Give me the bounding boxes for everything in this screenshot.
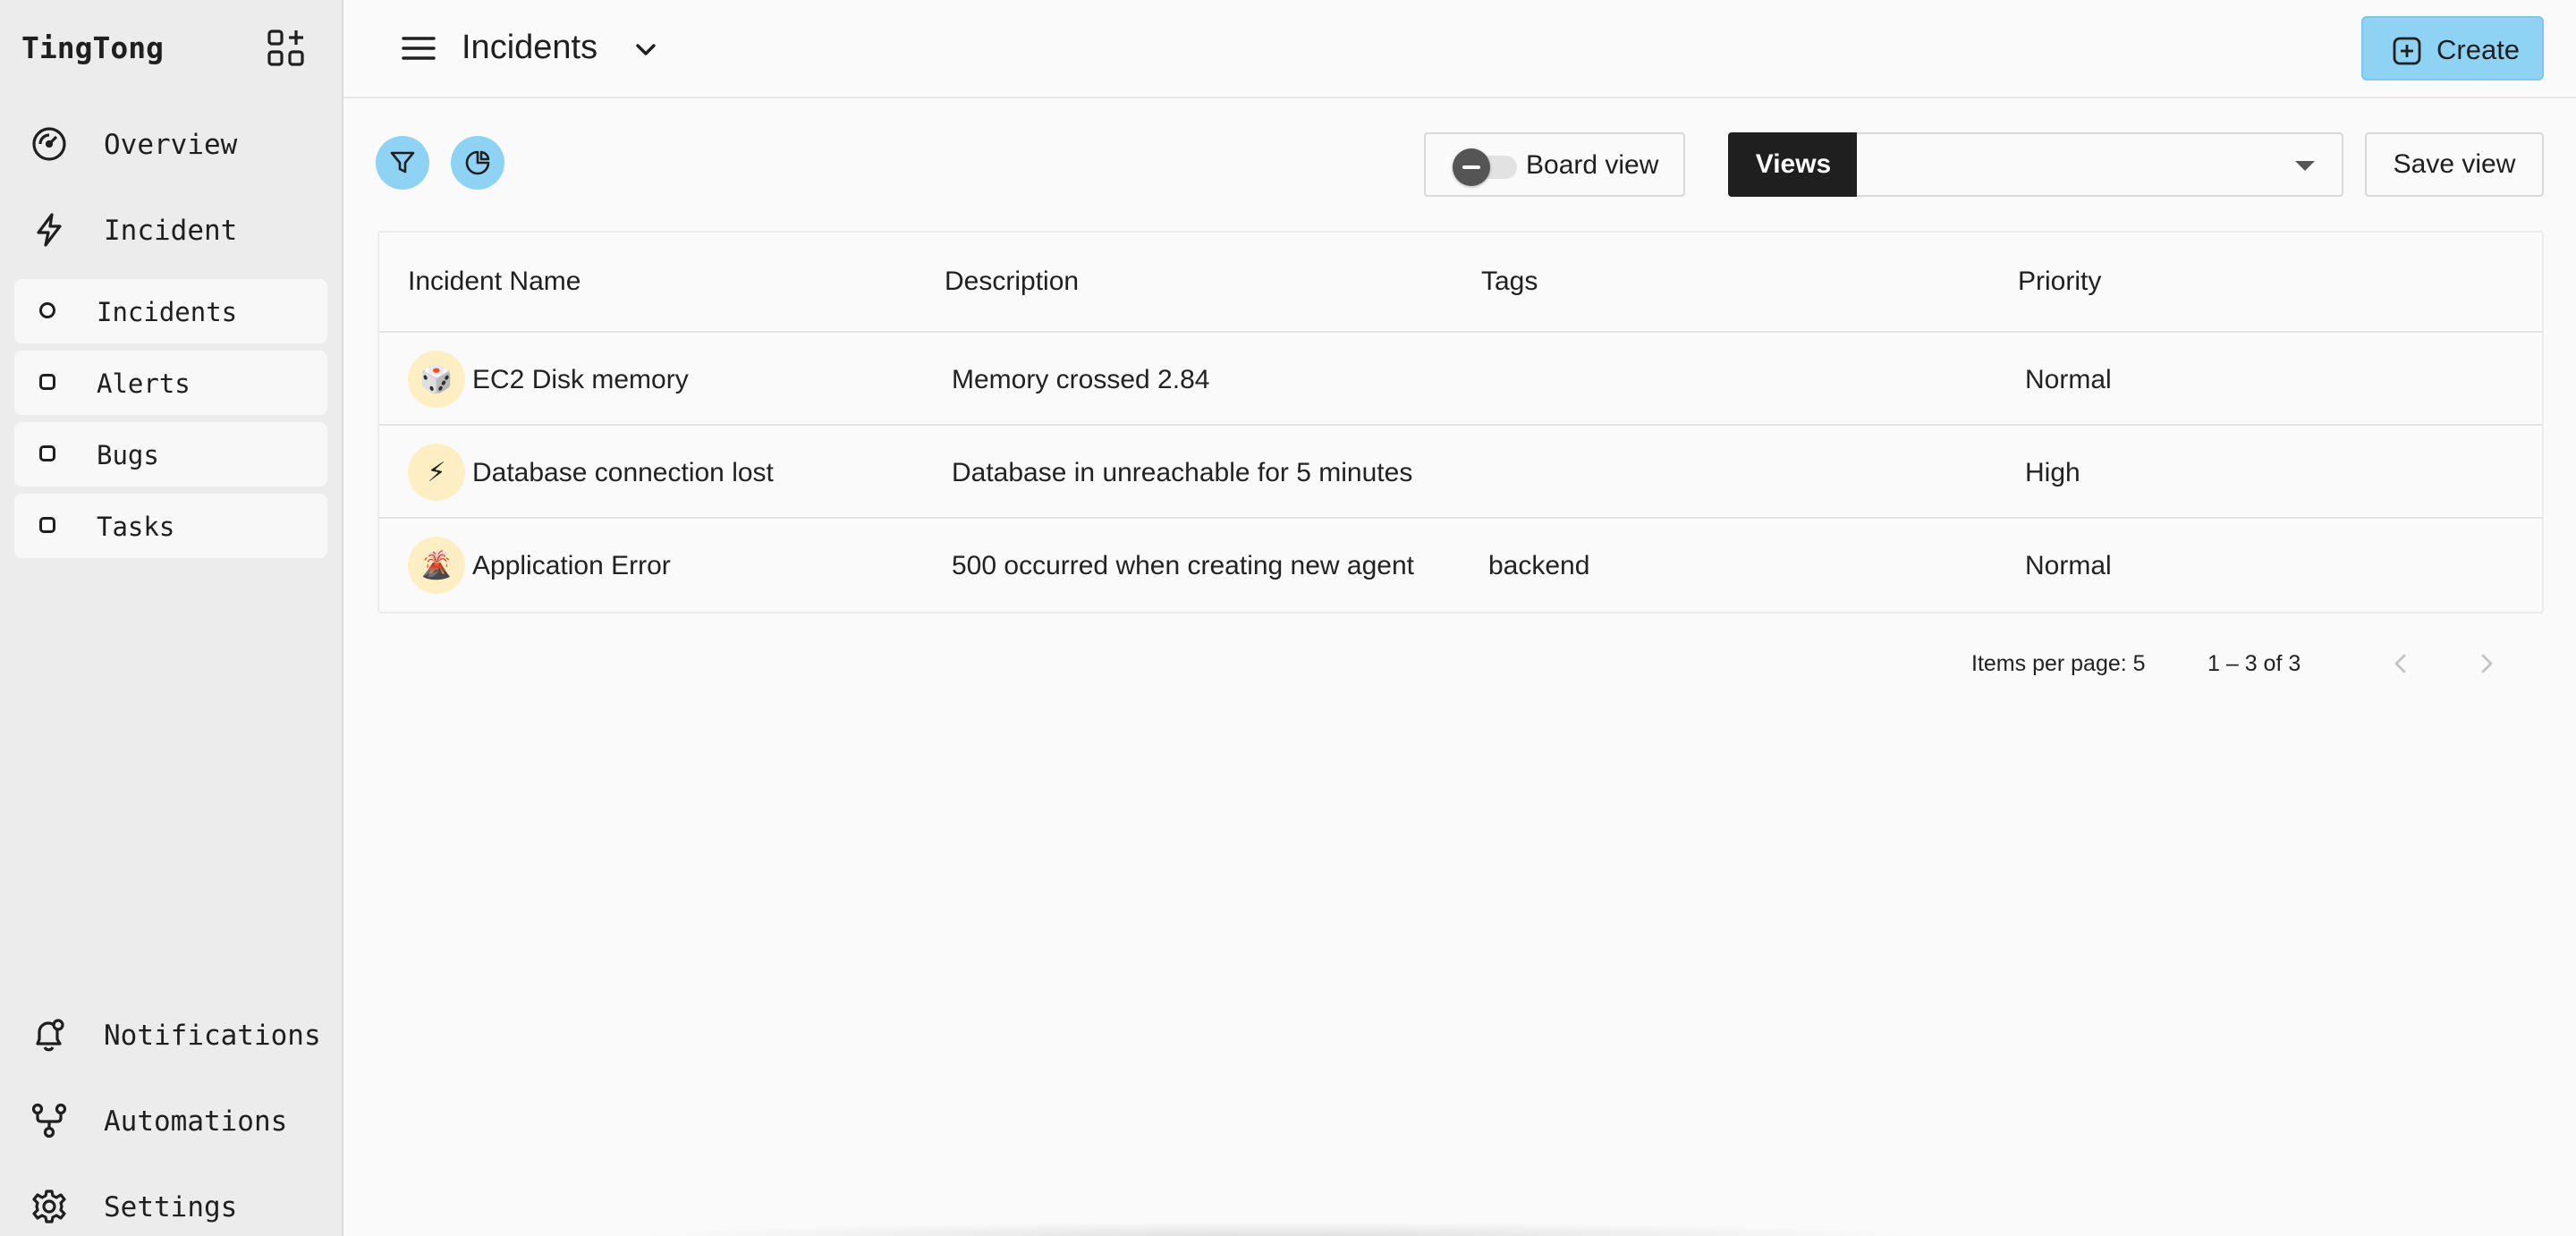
add-app-icon[interactable]	[265, 27, 308, 70]
sidebar-item-bugs[interactable]: Bugs	[14, 422, 327, 487]
column-header[interactable]: Incident Name	[408, 267, 580, 297]
square-dot-icon	[39, 517, 55, 533]
sidebar-item-overview[interactable]: Overview	[0, 107, 343, 179]
sidebar-item-settings[interactable]: Settings	[0, 1170, 343, 1236]
incident-name: EC2 Disk memory	[472, 365, 689, 394]
incidents-table: Incident Name Description Tags Priority …	[377, 231, 2544, 614]
incident-tags: backend	[1488, 551, 1590, 580]
sidebar-item-alerts[interactable]: Alerts	[14, 351, 327, 415]
sidebar-item-incident[interactable]: Incident	[0, 193, 343, 265]
page-title: Incidents	[462, 29, 598, 66]
sidebar-item-automations[interactable]: Automations	[0, 1084, 343, 1156]
board-view-toggle[interactable]: Board view	[1424, 132, 1685, 197]
menu-icon[interactable]	[401, 32, 436, 64]
workflow-icon	[30, 1102, 68, 1139]
sidebar-item-notifications[interactable]: Notifications	[0, 998, 343, 1070]
incident-description: Database in unreachable for 5 minutes	[952, 458, 1413, 487]
square-dot-icon	[39, 445, 55, 461]
sidebar-item-label: Alerts	[97, 368, 191, 399]
incident-priority: Normal	[2025, 551, 2112, 580]
caret-down-icon	[2295, 161, 2315, 171]
incident-priority: High	[2025, 458, 2080, 487]
pie-chart-icon	[465, 150, 490, 175]
top-header: Incidents Create	[343, 0, 2576, 98]
sidebar-item-incidents[interactable]: Incidents	[14, 279, 327, 343]
gear-icon	[30, 1188, 68, 1225]
board-view-label: Board view	[1526, 150, 1659, 180]
incident-name: Application Error	[472, 551, 671, 580]
sidebar-item-label: Tasks	[97, 512, 175, 542]
create-label: Create	[2436, 34, 2521, 65]
bell-icon	[30, 1016, 68, 1054]
previous-page-icon[interactable]	[2385, 648, 2417, 680]
items-per-page[interactable]: Items per page: 5	[1971, 651, 2146, 677]
table-row[interactable]: ⚡ Database connection lost Database in u…	[379, 426, 2542, 519]
brand-name: TingTong	[21, 30, 164, 65]
plus-square-icon	[2392, 36, 2422, 66]
views-select[interactable]	[1857, 132, 2343, 197]
chevron-down-icon[interactable]	[630, 34, 662, 66]
sidebar-item-label: Overview	[104, 129, 238, 161]
incident-emoji-avatar: 🎲	[408, 351, 465, 408]
create-button[interactable]: Create	[2361, 16, 2544, 80]
sidebar-item-label: Notifications	[104, 1020, 321, 1052]
pagination-range: 1 – 3 of 3	[2207, 651, 2301, 676]
table-header: Incident Name Description Tags Priority	[379, 233, 2542, 333]
filter-button[interactable]	[376, 136, 429, 190]
views-label: Views	[1728, 132, 1859, 197]
sidebar-item-label: Incidents	[97, 297, 238, 327]
bolt-icon	[30, 211, 68, 249]
column-header[interactable]: Priority	[2018, 267, 2101, 297]
sidebar-item-tasks[interactable]: Tasks	[14, 494, 327, 558]
gauge-icon	[30, 125, 68, 163]
next-page-icon[interactable]	[2470, 648, 2503, 680]
table-row[interactable]: 🎲 EC2 Disk memory Memory crossed 2.84 No…	[379, 333, 2542, 426]
incident-name: Database connection lost	[472, 458, 774, 487]
incident-emoji-avatar: ⚡	[408, 444, 465, 501]
sidebar-item-label: Automations	[104, 1105, 288, 1138]
filter-icon	[390, 151, 415, 174]
circle-dot-icon	[39, 302, 55, 318]
square-dot-icon	[39, 374, 55, 390]
column-header[interactable]: Tags	[1481, 267, 1538, 297]
incident-priority: Normal	[2025, 365, 2112, 394]
incident-description: 500 occurred when creating new agent	[952, 551, 1415, 580]
toggle-knob	[1453, 148, 1490, 186]
table-row[interactable]: 🌋 Application Error 500 occurred when cr…	[379, 519, 2542, 612]
incident-emoji-avatar: 🌋	[408, 537, 465, 594]
sidebar-item-label: Incident	[104, 215, 238, 247]
column-header[interactable]: Description	[945, 267, 1079, 297]
sidebar-item-label: Bugs	[97, 440, 159, 470]
incident-description: Memory crossed 2.84	[952, 365, 1210, 394]
sidebar-item-label: Settings	[104, 1191, 238, 1223]
sidebar: TingTong Overview Incident Incidents Ale…	[0, 0, 343, 1236]
save-view-button[interactable]: Save view	[2365, 132, 2544, 197]
bottom-shadow	[626, 1222, 1932, 1236]
chart-button[interactable]	[451, 136, 504, 190]
